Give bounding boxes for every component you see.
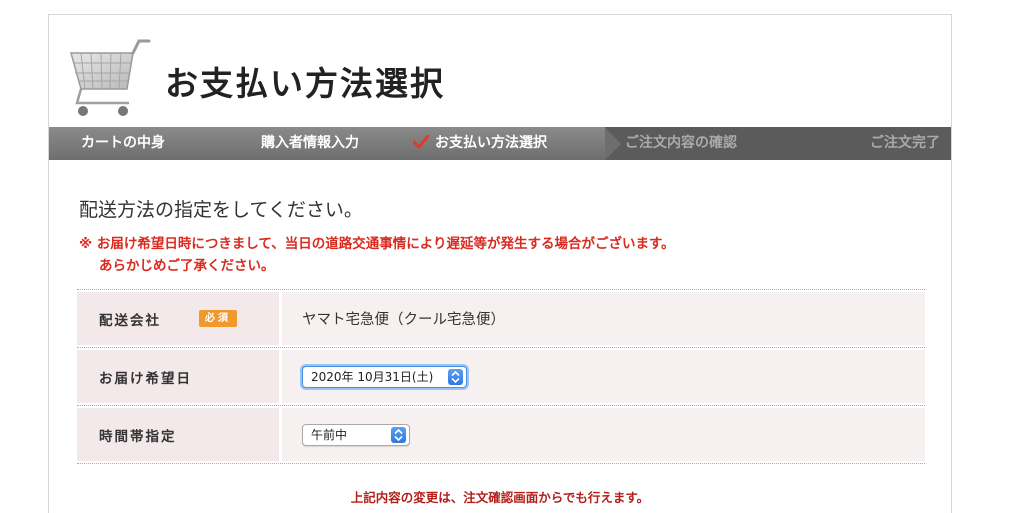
step-payment-method: お支払い方法選択 <box>395 127 621 160</box>
shopping-cart-icon <box>70 39 151 116</box>
delivery-notice: ※ お届け希望日時につきまして、当日の道路交通事情により遅延等が発生する場合がご… <box>79 233 675 277</box>
row-value: 2020年 10月31日(土) <box>282 350 925 403</box>
delivery-date-label: お届け希望日 <box>77 350 279 403</box>
check-icon <box>413 135 429 149</box>
row-delivery-date: お届け希望日 2020年 10月31日(土) <box>77 348 925 406</box>
page-title: お支払い方法選択 <box>165 64 445 103</box>
select-arrows-icon <box>448 368 463 385</box>
time-slot-select[interactable]: 午前中 <box>302 423 410 446</box>
delivery-date-selected: 2020年 10月31日(土) <box>311 369 434 384</box>
row-delivery-company: 配送会社 必須 ヤマト宅急便（クール宅急便） <box>77 290 925 348</box>
step-cart-contents: カートの中身 <box>81 135 165 151</box>
time-slot-label: 時間帯指定 <box>77 408 279 461</box>
delivery-company-value: ヤマト宅急便（クール宅急便） <box>282 292 925 345</box>
row-time-slot: 時間帯指定 午前中 <box>77 406 925 464</box>
time-slot-selected: 午前中 <box>311 427 348 442</box>
checkout-step-bar: カートの中身 購入者情報入力 お支払い方法選択 ご注文内容の確認 ご注文完了 <box>49 127 951 160</box>
row-label: 配送会社 必須 <box>77 292 279 345</box>
delivery-company-label: 配送会社 <box>99 312 161 329</box>
page-header: お支払い方法選択 <box>49 15 951 127</box>
step-payment-method-label: お支払い方法選択 <box>435 135 547 151</box>
footnote: 上記内容の変更は、注文確認画面からでも行えます。 <box>350 490 650 505</box>
step-order-complete: ご注文完了 <box>810 127 951 160</box>
section-heading: 配送方法の指定をしてください。 <box>79 199 363 221</box>
step-order-confirm: ご注文内容の確認 <box>605 127 810 160</box>
checkout-page: お支払い方法選択 カートの中身 購入者情報入力 お支払い方法選択 ご注文内容の確… <box>48 14 952 513</box>
delivery-date-select[interactable]: 2020年 10月31日(土) <box>302 365 467 388</box>
delivery-form-table: 配送会社 必須 ヤマト宅急便（クール宅急便） お届け希望日 2020年 10月3… <box>77 289 925 464</box>
notice-line-2: あらかじめご了承ください。 <box>99 258 275 274</box>
select-arrows-icon <box>391 426 406 443</box>
row-value: 午前中 <box>282 408 925 461</box>
required-badge: 必須 <box>199 310 237 327</box>
notice-line-1: ※ お届け希望日時につきまして、当日の道路交通事情により遅延等が発生する場合がご… <box>79 236 675 252</box>
step-buyer-info: 購入者情報入力 <box>261 135 359 151</box>
